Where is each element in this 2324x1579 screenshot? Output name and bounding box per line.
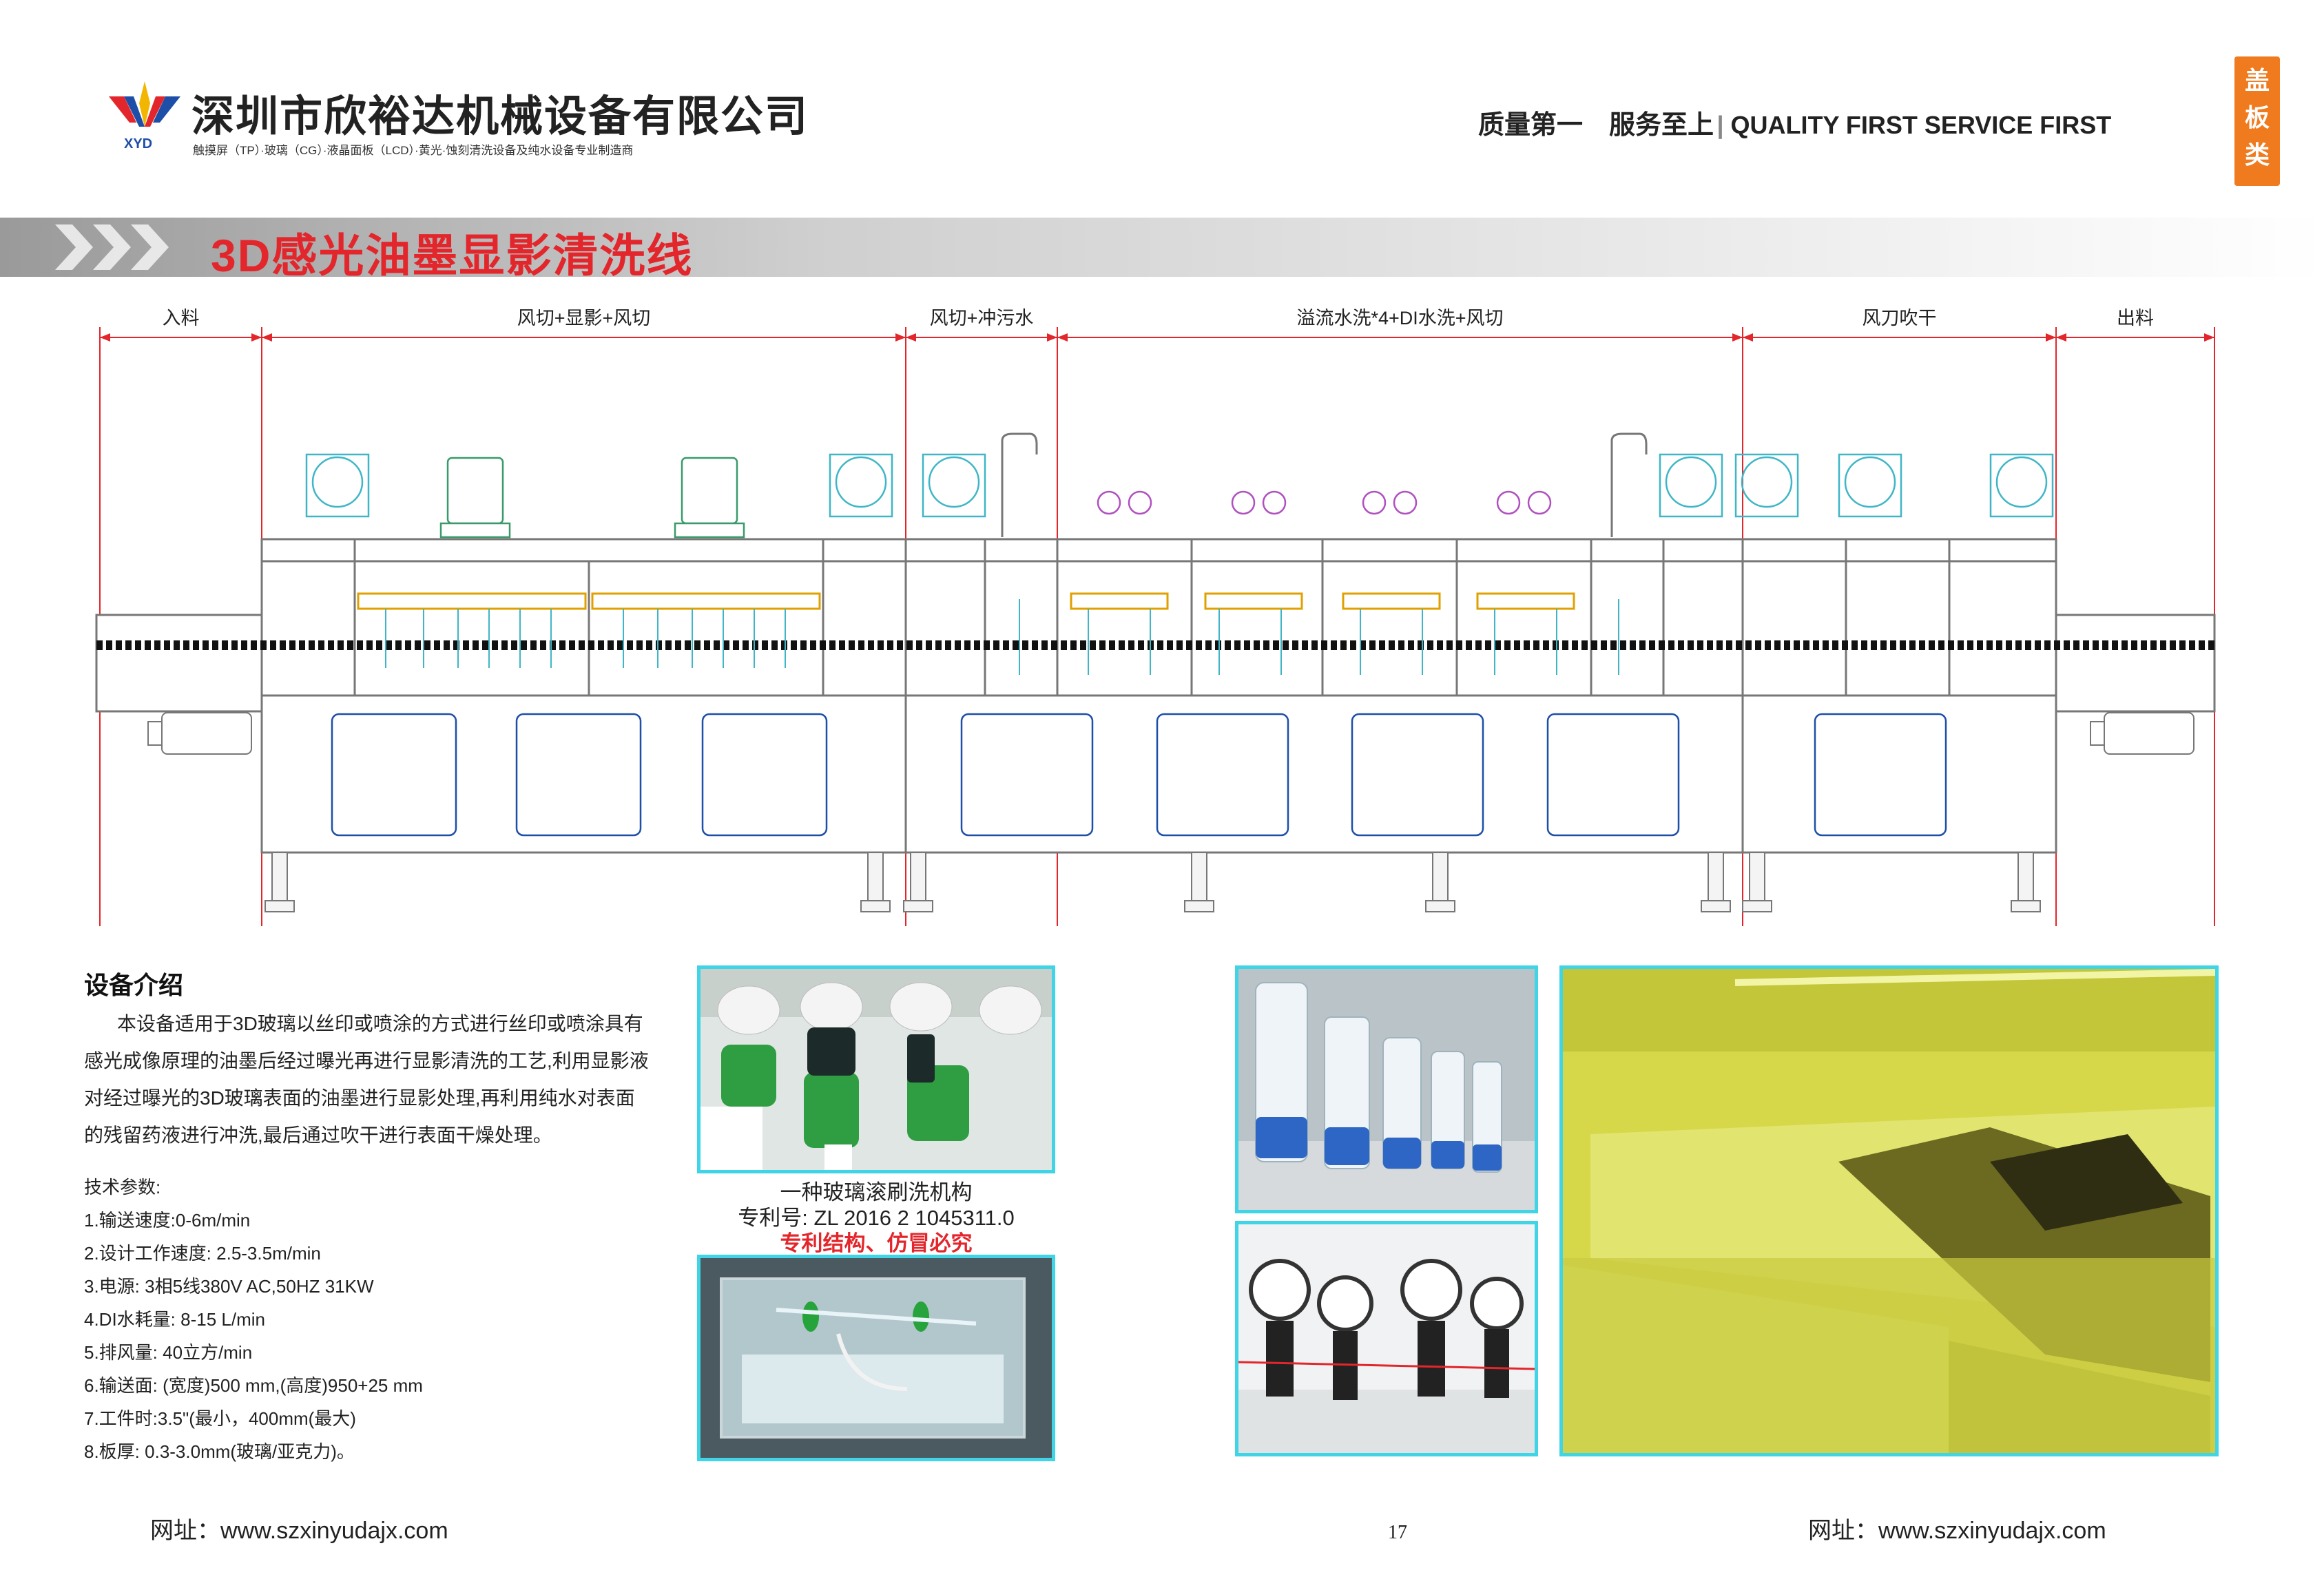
spec-item: 2.设计工作速度: 2.5-3.5m/min <box>84 1243 321 1264</box>
gauges-image <box>1238 1224 1535 1453</box>
spec-item: 3.电源: 3相5线380V AC,50HZ 31KW <box>84 1276 374 1297</box>
patent-warning: 专利结构、仿冒必究 <box>780 1231 973 1255</box>
intro-line: 的残留药液进行冲洗,最后通过吹干进行表面干燥处理。 <box>84 1125 552 1146</box>
spec-item: 7.工件时:3.5"(最小，400mm(最大) <box>84 1408 356 1429</box>
pressure-gauges <box>1097 490 1552 515</box>
top-motors <box>439 457 745 538</box>
intro-line: 感光成像原理的油墨后经过曝光再进行显影清洗的工艺,利用显影液 <box>84 1050 649 1071</box>
page-number: 17 <box>1388 1522 1407 1543</box>
water-tank-image <box>701 1258 1052 1458</box>
intro-line: 本设备适用于3D玻璃以丝印或喷涂的方式进行丝印或喷涂具有 <box>117 1013 643 1034</box>
machine-diagram <box>95 327 2216 926</box>
photo-production-line <box>1559 965 2219 1456</box>
photo-roller-brush <box>697 965 1055 1173</box>
photo-filters <box>1235 965 1538 1213</box>
spec-item: 5.排风量: 40立方/min <box>84 1342 253 1363</box>
photo-water-tank <box>697 1255 1055 1461</box>
filters-image <box>1238 969 1535 1210</box>
specs-heading: 技术参数: <box>84 1177 161 1198</box>
intro-heading: 设备介绍 <box>84 971 184 999</box>
roller-brush-image <box>701 969 1052 1170</box>
spec-item: 8.板厚: 0.3-3.0mm(玻璃/亚克力)。 <box>84 1441 355 1462</box>
spec-item: 4.DI水耗量: 8-15 L/min <box>84 1309 265 1330</box>
spec-item: 6.输送面: (宽度)500 mm,(高度)950+25 mm <box>84 1375 423 1396</box>
intro-paragraph: 本设备适用于3D玻璃以丝印或喷涂的方式进行丝印或喷涂具有 感光成像原理的油墨后经… <box>84 1005 690 1154</box>
website-link-right[interactable]: 网址：www.szxinyudajx.com <box>1808 1512 2106 1545</box>
top-fans <box>305 453 2054 518</box>
spec-item: 1.输送速度:0-6m/min <box>84 1210 251 1231</box>
machine-frame <box>95 538 2216 854</box>
photo-gauges <box>1235 1221 1538 1456</box>
production-line-image <box>1563 969 2216 1453</box>
water-pipes <box>1001 432 1648 537</box>
tech-specs: 技术参数: 1.输送速度:0-6m/min 2.设计工作速度: 2.5-3.5m… <box>84 1171 690 1468</box>
website-link-left[interactable]: 网址：www.szxinyudajx.com <box>150 1512 448 1545</box>
intro-line: 对经过曝光的3D玻璃表面的油墨进行显影处理,再利用纯水对表面 <box>84 1087 635 1109</box>
machine-legs <box>264 852 2041 912</box>
